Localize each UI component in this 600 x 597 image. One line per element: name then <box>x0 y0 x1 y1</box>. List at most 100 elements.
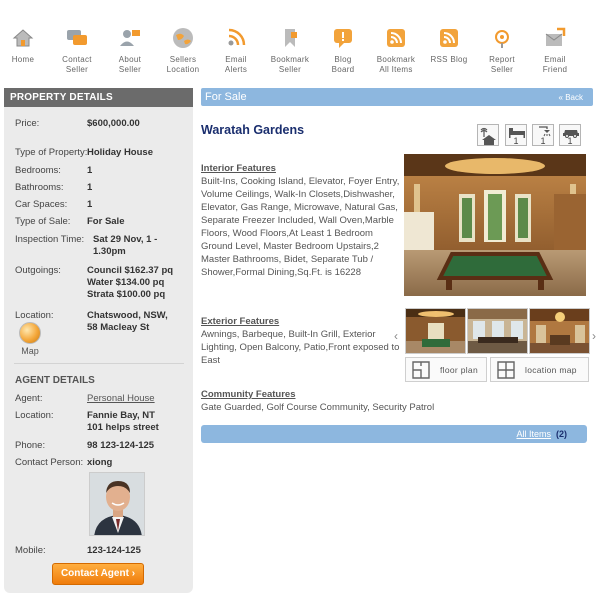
divider <box>14 363 184 364</box>
floor-plan-button[interactable]: floor plan <box>405 357 487 382</box>
agent-location-label: Location: <box>15 410 54 421</box>
inspection-label: Inspection Time: <box>15 234 85 245</box>
toolbar-label: Email Alerts <box>224 55 248 74</box>
location-value: Chatswood, NSW, 58 Macleay St <box>87 310 168 333</box>
floor-plan-label: floor plan <box>440 365 478 375</box>
toolbar-label: RSS Blog <box>430 55 468 64</box>
bedrooms-label: Bedrooms: <box>15 165 61 176</box>
community-features-title: Community Features <box>201 389 296 400</box>
toolbar-contact-seller[interactable]: Contact Seller <box>47 26 107 75</box>
car-spaces-label: Car Spaces: <box>15 199 68 210</box>
user-icon <box>120 30 140 46</box>
toolbar-label: Sellers Location <box>166 55 200 74</box>
interior-features-text: Built-Ins, Cooking Island, Elevator, Foy… <box>201 176 400 278</box>
thumbnails-prev-arrow[interactable]: ‹ <box>394 329 398 343</box>
arrow-right-icon: › <box>131 568 136 579</box>
globe-icon <box>173 28 193 48</box>
property-details-header: PROPERTY DETAILS <box>4 88 193 107</box>
main-property-photo[interactable] <box>404 154 586 296</box>
toolbar-bookmark-all[interactable]: Bookmark All Items <box>366 26 426 75</box>
status-bar: For Sale « Back <box>201 88 593 106</box>
thumbnail-3[interactable] <box>529 308 590 354</box>
bathrooms-value: 1 <box>87 182 93 193</box>
toolbar-about-seller[interactable]: About Seller <box>100 26 160 75</box>
toolbar-label: About Seller <box>118 55 142 74</box>
exterior-features-text: Awnings, Barbeque, Built-In Grill, Exter… <box>201 329 400 366</box>
agent-photo <box>89 472 145 536</box>
phone-label: Phone: <box>15 440 46 451</box>
thumbnail-2[interactable] <box>467 308 528 354</box>
car-spaces-count: 1 <box>567 136 573 146</box>
property-type-value: Holiday House <box>87 147 153 158</box>
toolbar-label: Bookmark Seller <box>270 55 310 74</box>
outgoings-value: Council $162.37 pq Water $134.00 pq Stra… <box>87 265 187 301</box>
location-map-button[interactable]: location map <box>490 357 589 382</box>
home-icon <box>12 29 34 47</box>
thumbnail-1[interactable] <box>405 308 466 354</box>
contact-agent-button[interactable]: Contact Agent › <box>52 563 144 585</box>
toolbar-sellers-location[interactable]: Sellers Location <box>153 26 213 75</box>
map-label: Map <box>21 346 39 356</box>
outgoing-water: Water $134.00 pq <box>87 277 165 288</box>
rss-alert-icon <box>228 28 246 46</box>
toolbar-report-seller[interactable]: Report Seller <box>472 26 532 75</box>
bathrooms-count: 1 <box>540 136 546 146</box>
toolbar-bookmark-seller[interactable]: Bookmark Seller <box>260 26 320 75</box>
mobile-value: 123-124-125 <box>87 545 141 556</box>
email-icon <box>545 27 566 46</box>
floor-plan-icon <box>412 361 430 379</box>
toolbar-label: Email Friend <box>542 55 568 74</box>
rss-icon <box>440 29 458 47</box>
outgoing-council: Council $162.37 pq <box>87 265 174 276</box>
location-map-label: location map <box>525 365 577 375</box>
all-items-link[interactable]: All Items <box>516 429 551 439</box>
price-value: $600,000.00 <box>87 118 140 129</box>
exterior-features-title: Exterior Features <box>201 316 280 327</box>
bedrooms-value: 1 <box>87 165 93 176</box>
sale-type-label: Type of Sale: <box>15 216 71 227</box>
toolbar-label: Bookmark All Items <box>376 55 416 74</box>
amenity-property-type <box>477 124 499 146</box>
all-items-count: (2) <box>556 429 567 439</box>
agent-location-value: Fannie Bay, NT 101 helps street <box>87 410 159 433</box>
toolbar-label: Contact Seller <box>62 55 92 74</box>
property-type-label: Type of Property: <box>15 147 88 158</box>
bedrooms-count: 1 <box>513 136 519 146</box>
rss-icon <box>387 29 405 47</box>
outgoings-label: Outgoings: <box>15 265 61 276</box>
mobile-label: Mobile: <box>15 545 46 556</box>
toolbar-label: Report Seller <box>489 55 515 74</box>
toolbar-email-alerts[interactable]: Email Alerts <box>206 26 266 75</box>
all-items-bar: All Items (2) <box>201 425 587 443</box>
thumbnails-next-arrow[interactable]: › <box>592 329 596 343</box>
top-toolbar: Home Contact Seller About Seller Sellers Lo… <box>0 0 600 82</box>
globe-icon <box>19 322 41 344</box>
price-label: Price: <box>15 118 40 129</box>
agent-label: Agent: <box>15 393 43 404</box>
location-label: Location: <box>15 310 54 321</box>
toolbar-blog-board[interactable]: Blog Board <box>313 26 373 75</box>
map-button[interactable]: Map <box>16 322 44 356</box>
contact-agent-label: Contact Agent <box>60 568 129 579</box>
sale-type-value: For Sale <box>87 216 125 227</box>
bathrooms-label: Bathrooms: <box>15 182 64 193</box>
property-details-panel: PROPERTY DETAILS Price: $600,000.00 Type… <box>4 88 193 593</box>
phone-value: 98 123-124-125 <box>87 440 155 451</box>
outgoing-strata: Strata $100.00 pq <box>87 289 166 300</box>
toolbar-label: Home <box>11 55 35 64</box>
toolbar-email-friend[interactable]: Email Friend <box>525 26 585 75</box>
house-palm-icon <box>480 127 496 145</box>
contact-person-value: xiong <box>87 457 113 468</box>
agent-link[interactable]: Personal House <box>87 393 187 405</box>
community-features-text: Gate Guarded, Golf Course Community, Sec… <box>201 402 435 413</box>
back-link[interactable]: « Back <box>559 93 583 102</box>
inspection-value: Sat 29 Nov, 1 - 1.30pm <box>93 234 158 257</box>
car-spaces-value: 1 <box>87 199 93 210</box>
interior-features-title: Interior Features <box>201 163 276 174</box>
contact-person-label: Contact Person: <box>15 457 84 468</box>
toolbar-home[interactable]: Home <box>0 26 53 65</box>
toolbar-label: Blog Board <box>331 55 355 74</box>
report-icon <box>495 30 509 48</box>
chat-icon <box>67 30 87 45</box>
toolbar-rss-blog[interactable]: RSS Blog <box>419 26 479 65</box>
